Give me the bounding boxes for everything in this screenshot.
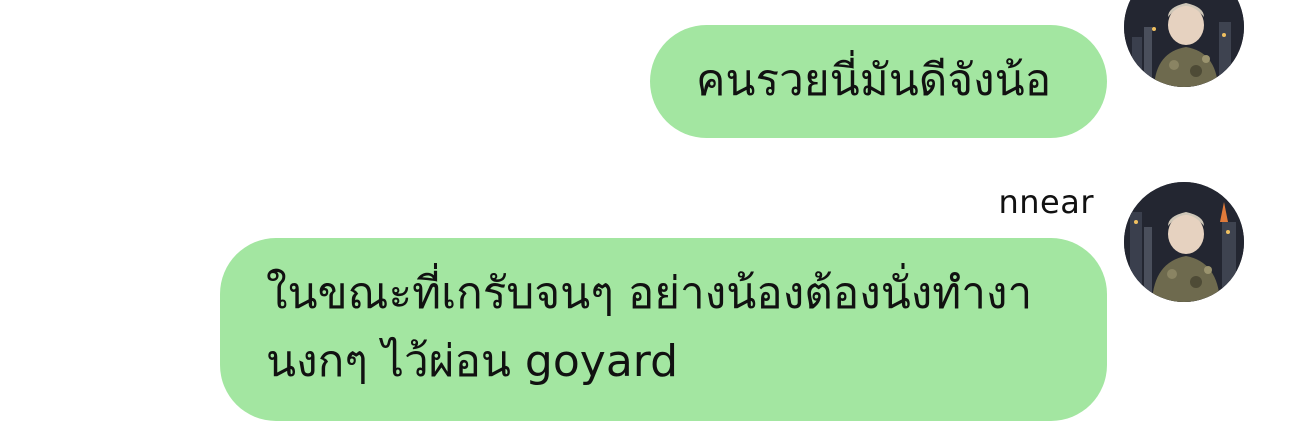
message-text-line: นงกๆ ไว้ผ่อน goyard	[266, 336, 679, 387]
message-bubble-outgoing[interactable]: คนรวยนี่มันดีจังน้อ	[650, 25, 1107, 138]
message-text-line: ในขณะที่เกรับจนๆ อย่างน้องต้องนั่งทำงา	[266, 268, 1033, 319]
chat-thread: คนรวยนี่มันดีจังน้อ nnear ในขณะที่เกรับจ…	[0, 0, 1290, 429]
avatar-photo-icon	[1124, 0, 1244, 87]
message-bubble-outgoing[interactable]: ในขณะที่เกรับจนๆ อย่างน้องต้องนั่งทำงา น…	[220, 238, 1107, 421]
avatar[interactable]	[1124, 0, 1244, 87]
avatar-photo-icon	[1124, 182, 1244, 302]
sender-name: nnear	[998, 183, 1094, 221]
avatar[interactable]	[1124, 182, 1244, 302]
message-text: คนรวยนี่มันดีจังน้อ	[696, 55, 1052, 106]
